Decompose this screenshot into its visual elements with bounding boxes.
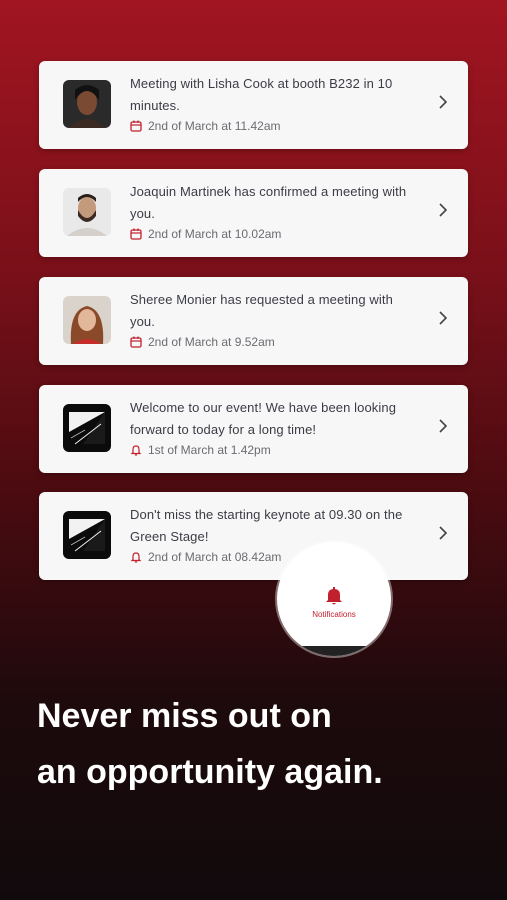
notification-time: 1st of March at 1.42pm <box>130 441 271 459</box>
notifications-tab[interactable]: Notifications <box>277 542 391 656</box>
calendar-icon <box>130 120 142 132</box>
notification-card[interactable]: Sheree Monier has requested a meeting wi… <box>39 277 468 365</box>
chevron-right-icon[interactable] <box>438 311 448 325</box>
notification-time: 2nd of March at 08.42am <box>130 548 281 566</box>
notification-message: Sheree Monier has requested a meeting wi… <box>130 292 393 329</box>
chevron-right-icon[interactable] <box>438 203 448 217</box>
chevron-right-icon[interactable] <box>438 419 448 433</box>
avatar <box>63 296 111 344</box>
event-logo <box>63 404 111 452</box>
nav-bar <box>277 646 391 656</box>
chevron-right-icon[interactable] <box>438 95 448 109</box>
notification-time: 2nd of March at 11.42am <box>130 117 281 135</box>
avatar <box>63 80 111 128</box>
chevron-right-icon[interactable] <box>438 526 448 540</box>
event-logo <box>63 511 111 559</box>
bell-icon <box>130 445 142 456</box>
notification-message: Joaquin Martinek has confirmed a meeting… <box>130 184 407 221</box>
notification-card[interactable]: Don't miss the starting keynote at 09.30… <box>39 492 468 580</box>
calendar-icon <box>130 228 142 240</box>
promo-headline: Never miss out on an opportunity again. <box>37 697 383 791</box>
notification-card[interactable]: Welcome to our event! We have been looki… <box>39 385 468 473</box>
notification-card[interactable]: Meeting with Lisha Cook at booth B232 in… <box>39 61 468 149</box>
notification-message: Meeting with Lisha Cook at booth B232 in… <box>130 76 393 113</box>
notification-time: 2nd of March at 9.52am <box>130 333 275 351</box>
avatar <box>63 188 111 236</box>
notification-message: Don't miss the starting keynote at 09.30… <box>130 507 403 544</box>
notification-time: 2nd of March at 10.02am <box>130 225 281 243</box>
bell-icon <box>326 587 342 605</box>
notifications-tab-label: Notifications <box>312 610 356 619</box>
notification-card[interactable]: Joaquin Martinek has confirmed a meeting… <box>39 169 468 257</box>
bell-icon <box>130 552 142 563</box>
calendar-icon <box>130 336 142 348</box>
notification-message: Welcome to our event! We have been looki… <box>130 400 397 437</box>
